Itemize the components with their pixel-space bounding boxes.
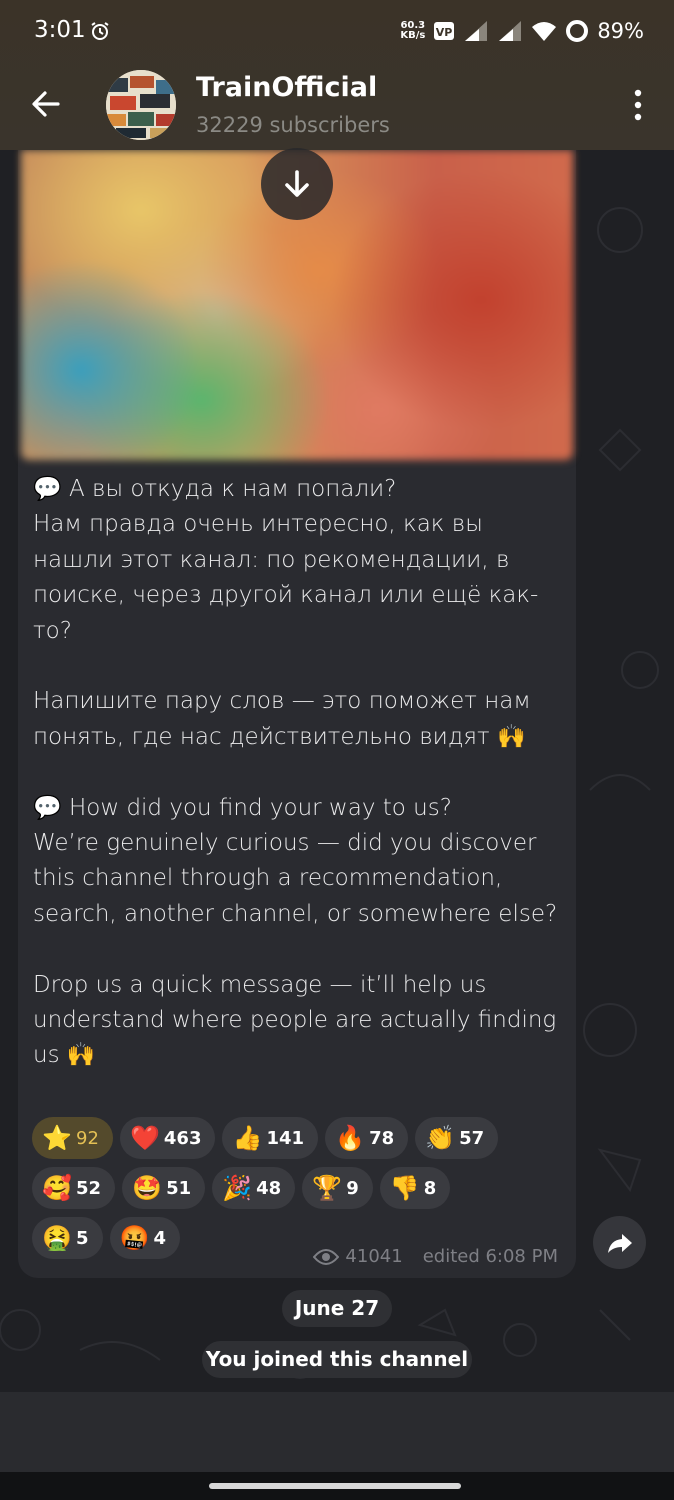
bottom-panel xyxy=(0,1392,674,1472)
message-paragraph-4: Drop us a quick message — it’ll help us … xyxy=(33,971,564,1069)
joined-notice: You joined this channel xyxy=(202,1341,472,1378)
channel-avatar[interactable] xyxy=(106,70,176,140)
heart-icon: ❤️ xyxy=(129,1124,160,1152)
smiling-hearts-icon: 🥰 xyxy=(42,1174,72,1202)
reaction-count: 8 xyxy=(423,1177,437,1199)
trophy-icon: 🏆 xyxy=(312,1174,343,1202)
reaction-trophy[interactable]: 🏆 9 xyxy=(302,1167,373,1209)
arrow-down-icon xyxy=(285,170,309,197)
reaction-count: 463 xyxy=(163,1127,202,1149)
wifi-icon xyxy=(532,22,557,41)
clap-icon: 👏 xyxy=(425,1124,456,1152)
message-paragraph-2: Напишите пару слов — это поможет нам пон… xyxy=(33,688,538,750)
angry-icon: 🤬 xyxy=(119,1224,150,1252)
eye-icon xyxy=(313,1248,340,1265)
reaction-vomit[interactable]: 🤮 5 xyxy=(32,1217,103,1259)
reaction-party[interactable]: 🎉 48 xyxy=(212,1167,296,1209)
battery-level: 89% xyxy=(597,19,644,43)
home-indicator[interactable] xyxy=(209,1483,461,1489)
reaction-thumbs-up[interactable]: 👍 141 xyxy=(222,1117,319,1159)
arrow-left-icon[interactable] xyxy=(26,84,66,124)
reaction-fire[interactable]: 🔥 78 xyxy=(325,1117,409,1159)
share-button[interactable] xyxy=(593,1216,646,1269)
network-speed: 60.3 KB/s xyxy=(400,20,426,41)
more-vertical-icon[interactable] xyxy=(628,88,648,122)
subscriber-count: 32229 subscribers xyxy=(196,113,390,137)
reaction-count: 92 xyxy=(76,1127,99,1149)
channel-title[interactable]: TrainOfficial xyxy=(196,72,377,103)
reaction-thumbs-down[interactable]: 👎 8 xyxy=(379,1167,451,1209)
reaction-star[interactable]: ⭐ 92 xyxy=(32,1117,113,1159)
thumbs-up-icon: 👍 xyxy=(232,1124,263,1152)
reaction-smiling-hearts[interactable]: 🥰 52 xyxy=(32,1167,116,1209)
download-button[interactable] xyxy=(261,148,333,220)
star-struck-icon: 🤩 xyxy=(132,1174,162,1202)
view-count: 41041 xyxy=(345,1246,403,1267)
signal-icon-1 xyxy=(465,21,488,41)
reaction-count: 141 xyxy=(266,1127,305,1149)
reaction-star-struck[interactable]: 🤩 51 xyxy=(122,1167,206,1209)
reaction-count: 52 xyxy=(76,1177,102,1199)
status-time: 3:01 xyxy=(34,17,86,43)
party-popper-icon: 🎉 xyxy=(222,1174,253,1202)
edited-time: edited 6:08 PM xyxy=(422,1246,558,1267)
fire-icon: 🔥 xyxy=(335,1124,365,1152)
message-bubble[interactable]: 💬 А вы откуда к нам попали? Нам правда о… xyxy=(18,150,576,1278)
message-paragraph-1: 💬 А вы откуда к нам попали? Нам правда о… xyxy=(33,476,539,644)
svg-text:VP: VP xyxy=(436,26,453,39)
signal-icon-2 xyxy=(499,21,522,41)
thumbs-down-icon: 👎 xyxy=(389,1174,420,1202)
reaction-count: 57 xyxy=(459,1127,485,1149)
reaction-count: 51 xyxy=(166,1177,192,1199)
vpn-icon: VP xyxy=(434,22,455,40)
reaction-angry[interactable]: 🤬 4 xyxy=(109,1217,181,1259)
star-icon: ⭐ xyxy=(42,1124,72,1152)
reaction-count: 48 xyxy=(256,1177,282,1199)
message-paragraph-3: 💬 How did you find your way to us? We’re… xyxy=(33,794,558,927)
date-separator: June 27 xyxy=(282,1290,392,1327)
message-meta: 41041 edited 6:08 PM xyxy=(313,1246,558,1267)
message-text: 💬 А вы откуда к нам попали? Нам правда о… xyxy=(33,472,563,1074)
reaction-clap[interactable]: 👏 57 xyxy=(415,1117,499,1159)
top-bar: 3:01 60.3 KB/s VP 89% TrainOfficial 3222… xyxy=(0,0,674,150)
alarm-icon xyxy=(91,22,109,40)
reaction-count: 78 xyxy=(369,1127,395,1149)
reaction-count: 5 xyxy=(76,1227,89,1249)
reaction-heart[interactable]: ❤️ 463 xyxy=(119,1117,216,1159)
forward-arrow-icon xyxy=(607,1233,632,1253)
chat-header: TrainOfficial 32229 subscribers xyxy=(0,62,674,150)
reaction-count: 4 xyxy=(153,1227,167,1249)
battery-icon xyxy=(566,20,589,42)
vomit-icon: 🤮 xyxy=(42,1224,72,1252)
reaction-count: 9 xyxy=(346,1177,359,1199)
status-bar: 3:01 60.3 KB/s VP 89% xyxy=(0,0,674,62)
